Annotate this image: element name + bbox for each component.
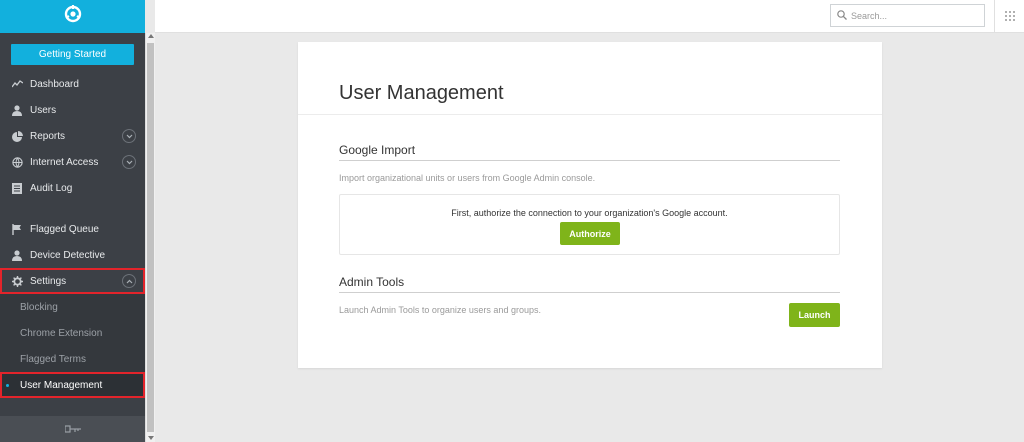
google-import-description: Import organizational units or users fro…: [339, 173, 596, 183]
grid-icon: [1004, 8, 1015, 26]
search-icon: [837, 7, 847, 25]
sidebar-item-label: Reports: [30, 130, 66, 142]
google-import-title: Google Import: [339, 143, 416, 157]
sidebar-item-internet-access[interactable]: Internet Access: [0, 149, 145, 175]
sidebar-item-label: Chrome Extension: [20, 327, 103, 339]
sidebar: Getting Started Dashboard Users Reports: [0, 0, 145, 442]
pie-chart-icon: [11, 130, 23, 142]
sidebar-item-label: Blocking: [20, 301, 58, 313]
chevron-down-icon[interactable]: [122, 129, 136, 143]
authorize-button[interactable]: Authorize: [560, 222, 620, 245]
sidebar-item-label: Dashboard: [30, 78, 79, 90]
user-management-card: User Management Google Import Import org…: [298, 42, 882, 368]
sidebar-item-label: User Management: [20, 379, 103, 391]
sidebar-item-dashboard[interactable]: Dashboard: [0, 71, 145, 97]
sidebar-item-label: Audit Log: [30, 182, 73, 194]
page-title: User Management: [339, 82, 504, 104]
document-icon: [11, 182, 23, 194]
admin-tools-title: Admin Tools: [339, 275, 405, 289]
secondary-nav: Flagged Queue Device Detective Settings …: [0, 216, 145, 398]
flag-icon: [11, 223, 23, 235]
sidebar-scrollbar[interactable]: [145, 33, 155, 442]
logo-bar: [0, 0, 145, 33]
authorize-message: First, authorize the connection to your …: [451, 208, 728, 218]
sidebar-subitem-flagged-terms[interactable]: Flagged Terms: [0, 346, 145, 372]
admin-tools-description: Launch Admin Tools to organize users and…: [339, 305, 541, 315]
sidebar-item-label: Users: [30, 104, 57, 116]
shield-logo-icon[interactable]: [63, 4, 83, 29]
collapse-handle-icon: [63, 420, 81, 438]
chevron-down-icon[interactable]: [122, 155, 136, 169]
globe-icon: [11, 156, 23, 168]
sidebar-item-label: Internet Access: [30, 156, 99, 168]
sidebar-item-settings[interactable]: Settings: [0, 268, 145, 294]
sidebar-item-label: Flagged Queue: [30, 223, 99, 235]
divider: [339, 160, 840, 161]
user-icon: [11, 249, 23, 261]
sidebar-item-label: Settings: [30, 275, 67, 287]
sidebar-item-audit-log[interactable]: Audit Log: [0, 175, 145, 201]
gear-icon: [11, 275, 23, 287]
sidebar-item-label: Flagged Terms: [20, 353, 86, 365]
scroll-thumb[interactable]: [147, 43, 154, 432]
scroll-up-icon[interactable]: [148, 34, 154, 38]
divider: [339, 292, 840, 293]
scroll-down-icon[interactable]: [148, 436, 154, 440]
sidebar-item-flagged-queue[interactable]: Flagged Queue: [0, 216, 145, 242]
launch-button[interactable]: Launch: [789, 303, 840, 327]
search-input[interactable]: [851, 10, 971, 21]
activity-icon: [11, 78, 23, 90]
apps-menu-button[interactable]: [994, 0, 1024, 33]
sidebar-item-label: Device Detective: [30, 249, 106, 261]
active-indicator-icon: [6, 384, 9, 387]
sidebar-subitem-blocking[interactable]: Blocking: [0, 294, 145, 320]
top-bar: [155, 0, 1024, 33]
main-nav: Dashboard Users Reports Internet Access: [0, 71, 145, 201]
sidebar-collapse-button[interactable]: [0, 416, 145, 442]
google-import-panel: First, authorize the connection to your …: [339, 194, 840, 255]
sidebar-item-users[interactable]: Users: [0, 97, 145, 123]
sidebar-item-reports[interactable]: Reports: [0, 123, 145, 149]
user-icon: [11, 104, 23, 116]
sidebar-item-device-detective[interactable]: Device Detective: [0, 242, 145, 268]
sidebar-subitem-user-management[interactable]: User Management: [0, 372, 145, 398]
divider: [298, 114, 882, 115]
search-box: [830, 4, 985, 27]
settings-submenu: Blocking Chrome Extension Flagged Terms …: [0, 294, 145, 398]
chevron-up-icon[interactable]: [122, 274, 136, 288]
getting-started-button[interactable]: Getting Started: [11, 44, 134, 65]
sidebar-subitem-chrome-extension[interactable]: Chrome Extension: [0, 320, 145, 346]
